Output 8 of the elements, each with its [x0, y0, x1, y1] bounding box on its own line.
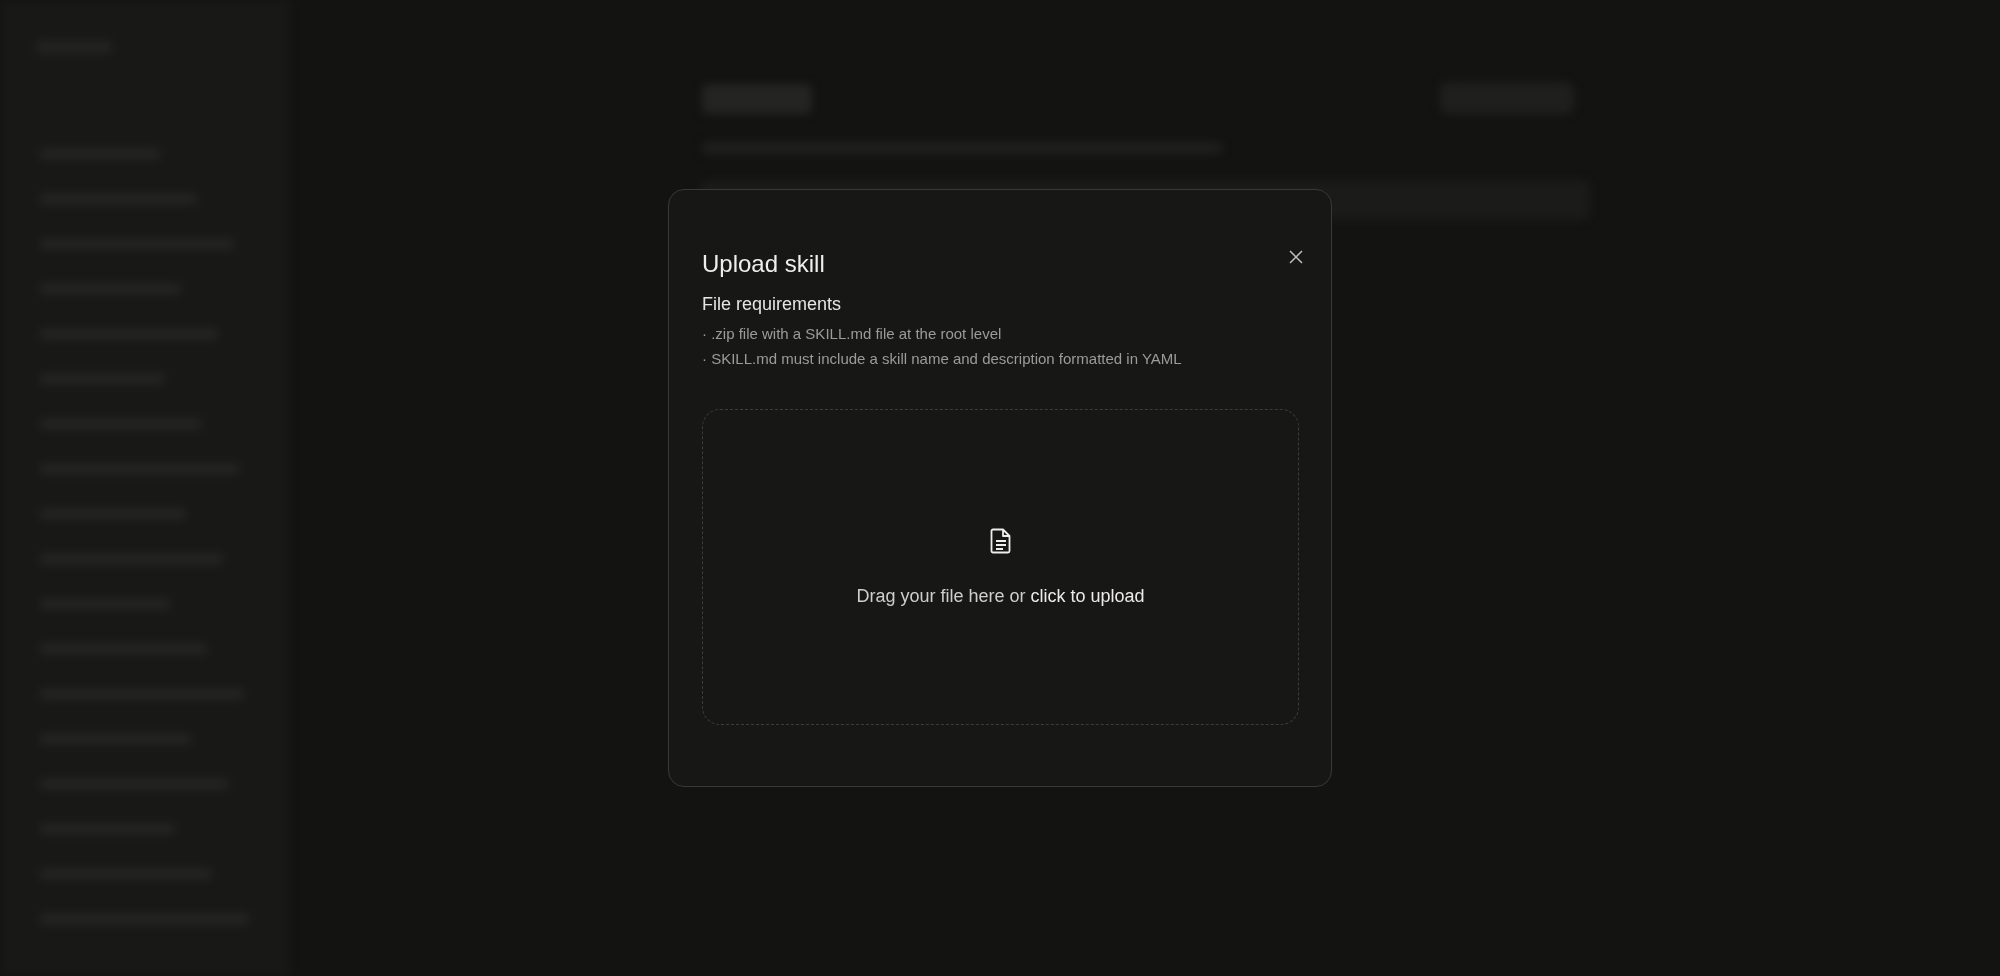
- upload-link[interactable]: click to upload: [1030, 585, 1145, 606]
- document-icon: [989, 527, 1012, 554]
- requirement-text: · SKILL.md must include a skill name and description formatted in YAML: [702, 350, 1183, 367]
- requirements-heading: File requirements: [702, 294, 843, 315]
- dropzone-text: Drag your file here or click to upload: [856, 585, 1145, 607]
- file-dropzone[interactable]: Drag your file here or click to upload: [702, 409, 1299, 725]
- dialog-title: Upload skill: [702, 250, 825, 278]
- requirement-text: · .zip file with a SKILL.md file at the root level: [702, 325, 1003, 342]
